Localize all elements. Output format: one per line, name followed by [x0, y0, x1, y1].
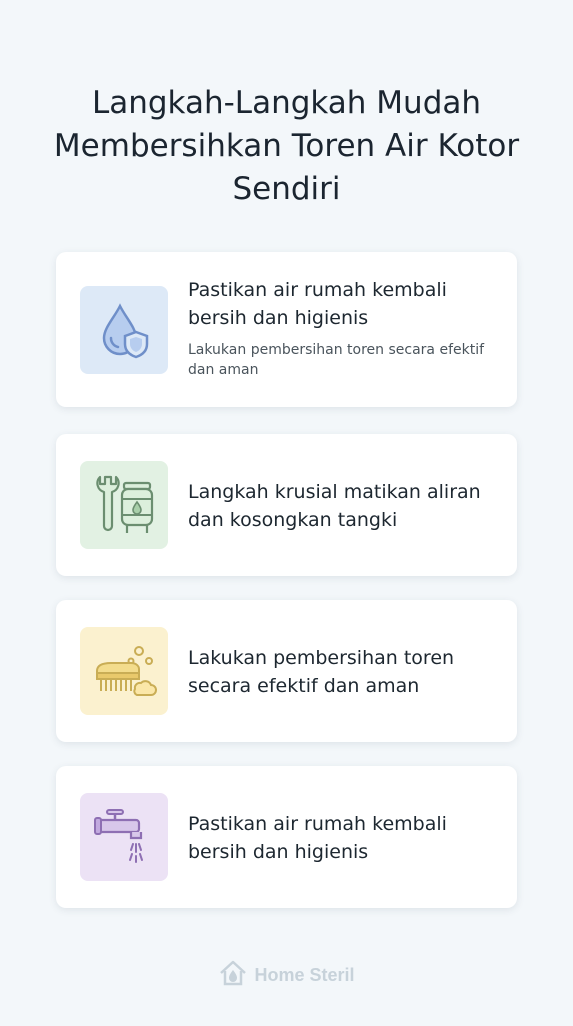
card-heading: Pastikan air rumah kembali bersih dan hi…: [188, 813, 447, 863]
step-card: Pastikan air rumah kembali bersih dan hi…: [56, 766, 517, 908]
card-heading: Langkah krusial matikan aliran dan koson…: [188, 481, 481, 531]
card-heading: Pastikan air rumah kembali bersih dan hi…: [188, 279, 447, 329]
footer-brand: Home Steril: [0, 958, 573, 993]
brand-name: Home Steril: [254, 965, 355, 985]
step-card: Langkah krusial matikan aliran dan koson…: [56, 434, 517, 576]
water-drop-shield-icon: [80, 286, 168, 374]
faucet-icon: [80, 793, 168, 881]
card-subtext: Lakukan pembersihan toren secara efektif…: [188, 342, 485, 378]
scrub-brush-icon: [80, 627, 168, 715]
step-card: Lakukan pembersihan toren secara efektif…: [56, 600, 517, 742]
card-heading: Lakukan pembersihan toren secara efektif…: [188, 647, 455, 697]
step-card: Pastikan air rumah kembali bersih dan hi…: [56, 252, 517, 407]
wrench-tank-icon: [80, 461, 168, 549]
page-title: Langkah-Langkah Mudah Membersihkan Toren…: [53, 85, 520, 207]
house-drop-logo-icon: [218, 958, 248, 993]
